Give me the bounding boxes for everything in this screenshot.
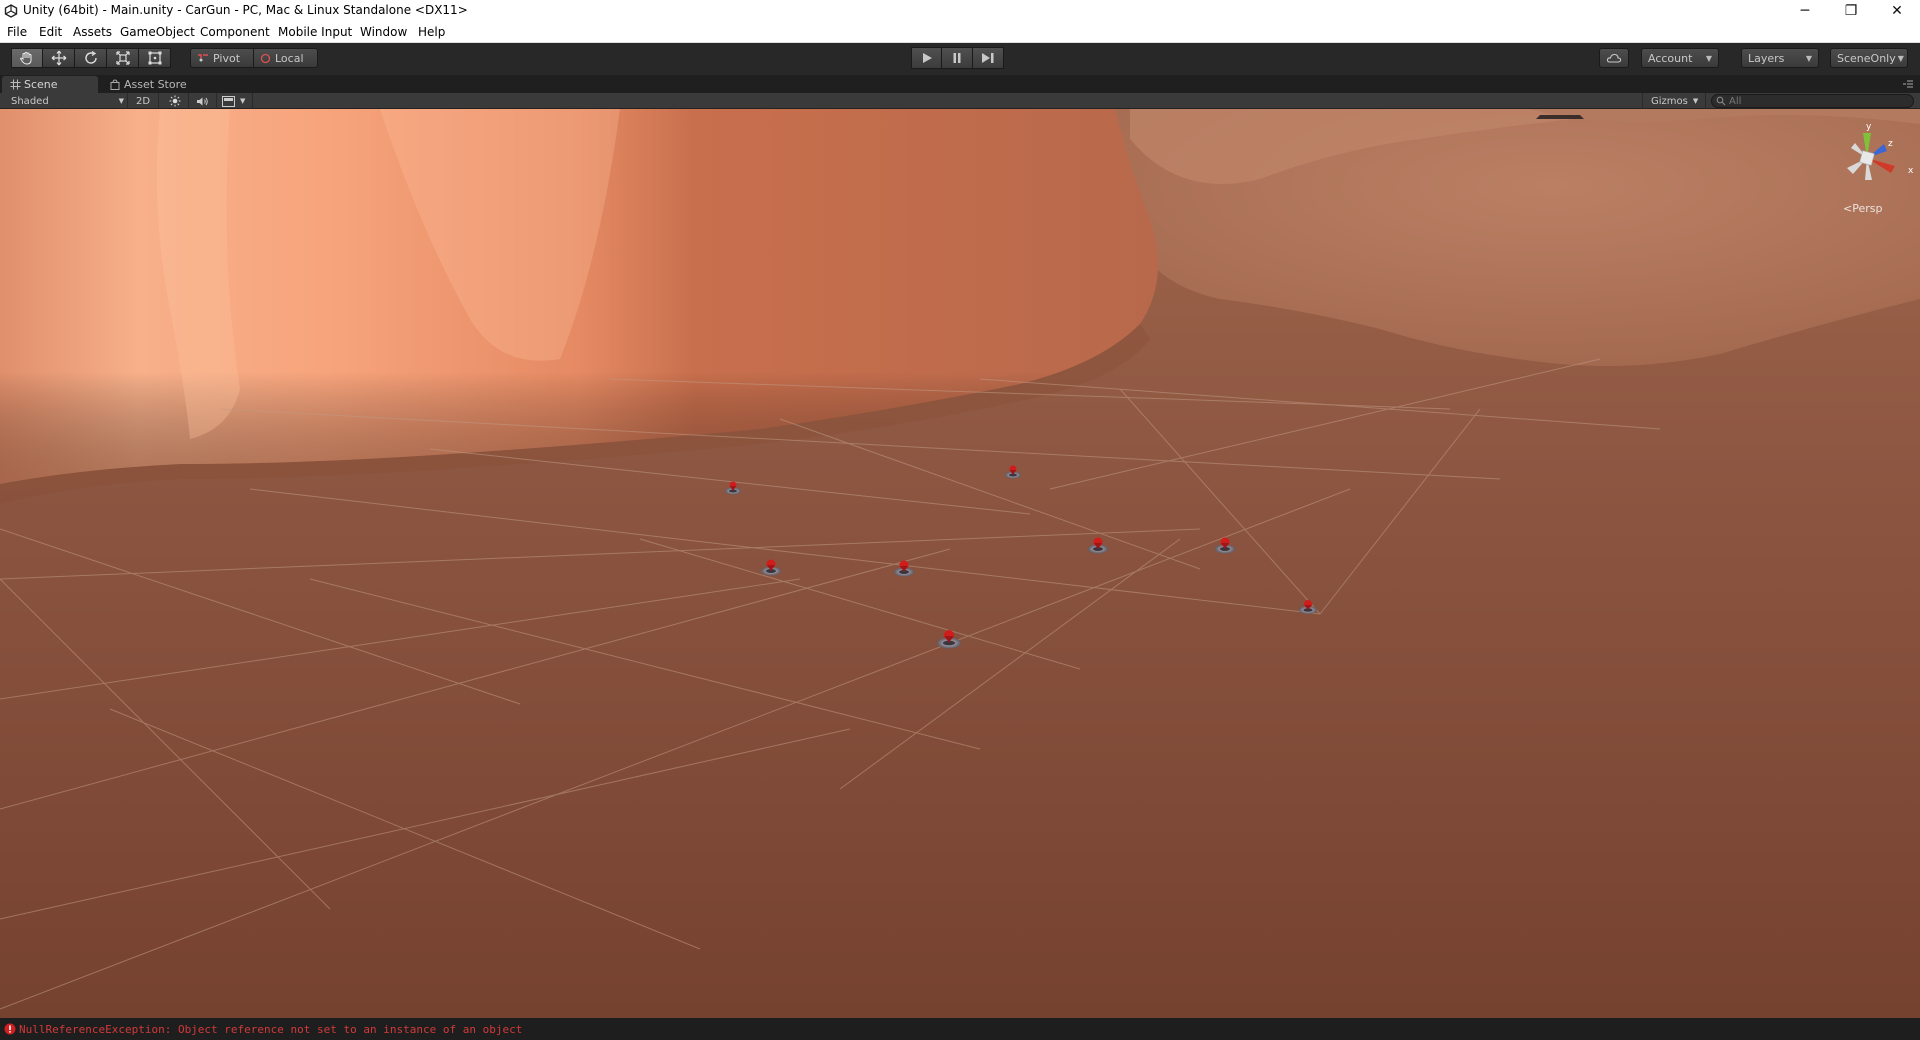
title-bar: Unity (64bit) - Main.unity - CarGun - PC… xyxy=(0,0,1920,22)
projection-label: Persp xyxy=(1852,202,1883,215)
layers-label: Layers xyxy=(1748,51,1785,65)
unity-logo-icon xyxy=(4,4,18,18)
2d-toggle[interactable]: 2D xyxy=(136,94,150,108)
scale-icon xyxy=(115,51,130,65)
search-placeholder: All xyxy=(1729,95,1742,107)
close-button[interactable]: ✕ xyxy=(1874,0,1920,22)
cloud-icon xyxy=(1606,53,1622,63)
layers-dropdown[interactable]: Layers ▼ xyxy=(1741,48,1819,68)
lighting-toggle[interactable] xyxy=(169,94,181,108)
chevron-down-icon: ▼ xyxy=(1805,53,1812,63)
local-icon xyxy=(260,53,271,63)
menu-assets[interactable]: Assets xyxy=(73,25,112,39)
panel-menu-icon[interactable] xyxy=(1902,79,1914,89)
error-icon xyxy=(4,1023,16,1035)
local-label: Local xyxy=(275,51,304,65)
shading-mode-label: Shaded xyxy=(11,95,49,107)
status-bar[interactable]: NullReferenceException: Object reference… xyxy=(0,1018,1920,1040)
rotate-icon xyxy=(84,50,97,64)
grid-icon xyxy=(10,79,21,90)
hand-icon xyxy=(19,52,32,65)
projection-toggle[interactable]: <Persp xyxy=(1843,202,1882,215)
speaker-icon xyxy=(197,97,208,105)
menu-window[interactable]: Window xyxy=(360,25,407,39)
separator xyxy=(252,93,253,109)
tab-scene-label: Scene xyxy=(24,78,58,91)
separator xyxy=(1642,93,1643,109)
shopping-bag-icon xyxy=(110,79,120,90)
separator xyxy=(158,93,159,109)
main-toolbar: Pivot Local Account ▼ Layers ▼ SceneOnly… xyxy=(0,43,1920,75)
playback-controls xyxy=(911,47,1004,69)
minimize-button[interactable]: ─ xyxy=(1782,0,1828,22)
chevron-down-icon: ▼ xyxy=(1897,53,1904,63)
account-label: Account xyxy=(1648,51,1693,65)
move-tool-button[interactable] xyxy=(43,48,75,68)
terrain-render: y z x xyxy=(0,109,1920,1018)
transform-tools xyxy=(11,48,171,68)
move-icon xyxy=(51,50,66,66)
tab-asset-store-label: Asset Store xyxy=(124,78,187,91)
tab-asset-store[interactable]: Asset Store xyxy=(102,76,195,93)
error-message: NullReferenceException: Object reference… xyxy=(19,1023,523,1036)
pivot-label: Pivot xyxy=(213,51,241,65)
pause-icon xyxy=(953,53,961,63)
scale-tool-button[interactable] xyxy=(107,48,139,68)
maximize-button[interactable]: ❐ xyxy=(1828,0,1874,22)
persp-chevron-icon: < xyxy=(1843,202,1853,215)
shading-mode-dropdown[interactable]: Shaded ▼ xyxy=(11,94,124,108)
menu-edit[interactable]: Edit xyxy=(39,25,62,39)
sun-icon xyxy=(169,95,181,107)
menu-help[interactable]: Help xyxy=(418,25,445,39)
pivot-icon xyxy=(198,54,208,62)
layout-label: SceneOnly xyxy=(1837,51,1896,65)
gizmo-z-label: z xyxy=(1888,139,1893,149)
rect-tool-button[interactable] xyxy=(139,48,171,68)
separator xyxy=(127,93,128,109)
pivot-button[interactable]: Pivot xyxy=(190,48,254,68)
rect-icon xyxy=(148,51,161,65)
menu-gameobject[interactable]: GameObject xyxy=(120,25,195,39)
gizmos-label: Gizmos xyxy=(1651,95,1688,107)
minimize-icon: ─ xyxy=(1800,3,1810,19)
step-icon xyxy=(982,53,994,63)
gizmos-dropdown[interactable]: Gizmos ▼ xyxy=(1651,94,1698,108)
gizmo-x-label: x xyxy=(1908,166,1914,176)
play-icon xyxy=(922,53,932,63)
scene-control-bar: Shaded ▼ 2D ▼ Gizmos ▼ All xyxy=(0,93,1920,109)
chevron-down-icon: ▼ xyxy=(1705,53,1712,63)
scene-search-input[interactable]: All xyxy=(1711,94,1914,108)
cloud-button[interactable] xyxy=(1599,48,1629,68)
image-icon xyxy=(222,95,235,107)
close-icon: ✕ xyxy=(1891,3,1903,19)
separator xyxy=(216,93,217,109)
hand-tool-button[interactable] xyxy=(11,48,43,68)
separator xyxy=(188,93,189,109)
gizmo-y-label: y xyxy=(1866,122,1872,132)
menu-file[interactable]: File xyxy=(7,25,27,39)
menu-mobile-input[interactable]: Mobile Input xyxy=(278,25,352,39)
pause-button[interactable] xyxy=(942,47,973,69)
window-title: Unity (64bit) - Main.unity - CarGun - PC… xyxy=(23,3,468,17)
local-button[interactable]: Local xyxy=(254,48,318,68)
account-dropdown[interactable]: Account ▼ xyxy=(1641,48,1719,68)
chevron-down-icon: ▼ xyxy=(118,97,124,105)
tab-scene[interactable]: Scene xyxy=(2,76,98,93)
menu-bar: File Edit Assets GameObject Component Mo… xyxy=(0,22,1920,43)
audio-toggle[interactable] xyxy=(196,94,209,108)
effects-dropdown[interactable]: ▼ xyxy=(222,94,245,108)
restore-icon: ❐ xyxy=(1844,3,1858,19)
chevron-down-icon: ▼ xyxy=(1692,97,1699,105)
rotate-tool-button[interactable] xyxy=(75,48,107,68)
step-button[interactable] xyxy=(973,47,1004,69)
separator xyxy=(1705,93,1706,109)
chevron-down-icon: ▼ xyxy=(240,97,246,105)
layout-dropdown[interactable]: SceneOnly ▼ xyxy=(1830,48,1908,68)
scene-viewport[interactable]: y z x <Persp xyxy=(0,109,1920,1018)
play-button[interactable] xyxy=(911,47,942,69)
2d-label: 2D xyxy=(136,95,151,107)
tab-bar: Scene Asset Store xyxy=(0,75,1920,93)
search-icon xyxy=(1716,96,1726,106)
menu-component[interactable]: Component xyxy=(200,25,270,39)
